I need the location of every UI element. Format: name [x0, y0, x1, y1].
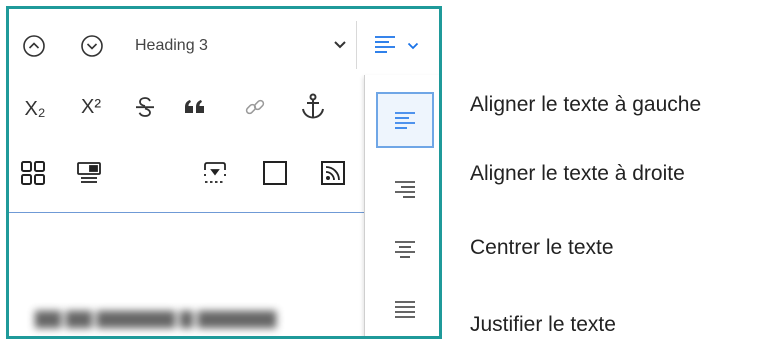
align-center-icon [395, 241, 415, 258]
heading-select[interactable]: Heading 3 [135, 31, 347, 61]
editor-toolbar-frame: Heading 3 X₂ X² ▇▇ ▇▇ ▇▇▇▇▇▇ ▇ ▇▇▇▇▇▇ [6, 6, 442, 339]
square-icon[interactable] [257, 155, 293, 191]
align-dropdown-button[interactable] [365, 29, 437, 63]
align-left-option[interactable] [376, 92, 434, 148]
align-right-option[interactable] [376, 161, 434, 217]
quote-icon[interactable] [177, 89, 213, 125]
align-right-icon [395, 181, 415, 198]
legend-align-right: Aligner le texte à droite [470, 162, 685, 185]
heading-select-value: Heading 3 [135, 37, 208, 54]
strikethrough-icon[interactable] [127, 89, 163, 125]
legend-align-left: Aligner le texte à gauche [470, 93, 702, 116]
chevron-down-icon [333, 37, 347, 55]
link-icon[interactable] [237, 89, 273, 125]
align-justify-option[interactable] [376, 281, 434, 336]
align-left-icon [395, 112, 415, 129]
template-icon[interactable] [71, 155, 107, 191]
chevron-down-icon [407, 37, 419, 55]
circle-chevron-up-icon[interactable] [19, 31, 49, 61]
toolbar-separator [356, 21, 357, 69]
align-dropdown-panel [364, 75, 439, 336]
circle-chevron-down-icon[interactable] [77, 31, 107, 61]
align-left-icon [373, 34, 397, 59]
anchor-icon[interactable] [293, 87, 333, 127]
subscript-icon[interactable]: X₂ [15, 91, 55, 127]
superscript-icon[interactable]: X² [71, 89, 111, 125]
subscript-glyph: X₂ [24, 97, 46, 120]
feed-icon[interactable] [315, 155, 351, 191]
grid-icon[interactable] [15, 155, 51, 191]
dashed-frame-icon[interactable] [197, 155, 233, 191]
legend-align-center: Centrer le texte [470, 236, 614, 259]
align-justify-icon [395, 301, 415, 318]
legend-align-justify: Justifier le texte [470, 313, 616, 336]
align-center-option[interactable] [376, 221, 434, 277]
editor-content-blurred: ▇▇ ▇▇ ▇▇▇▇▇▇ ▇ ▇▇▇▇▇▇ [35, 309, 277, 328]
superscript-glyph: X² [81, 95, 101, 118]
